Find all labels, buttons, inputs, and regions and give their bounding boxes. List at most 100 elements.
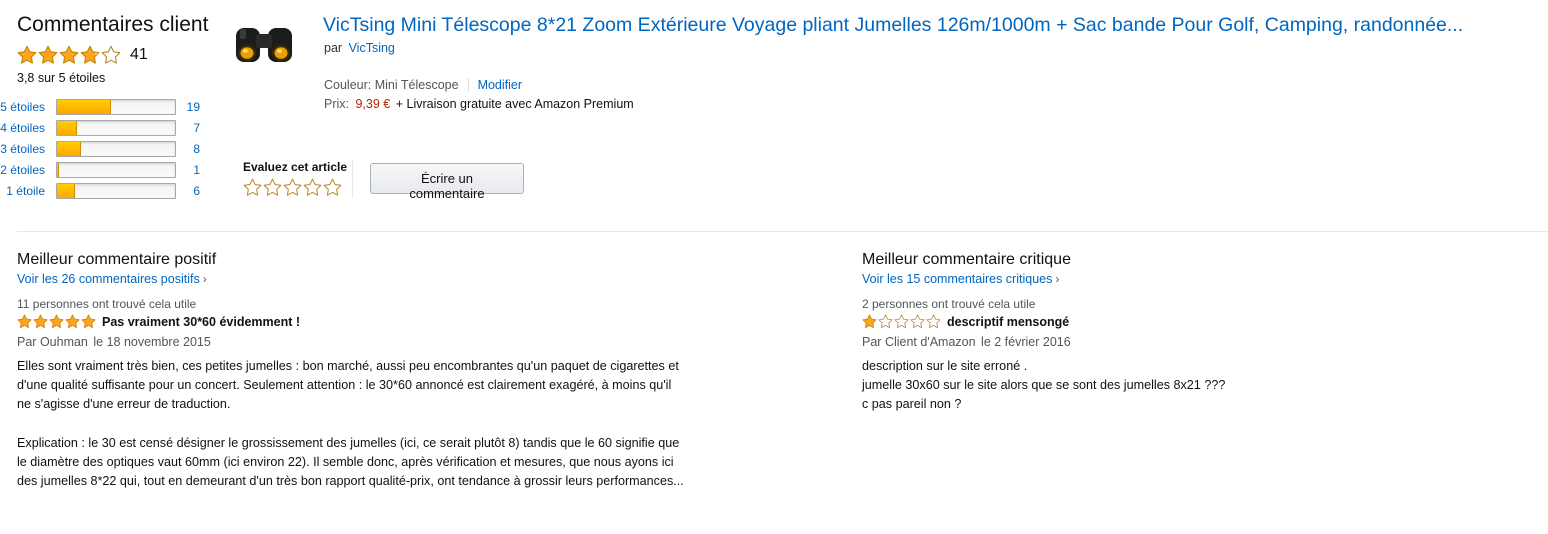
author-link[interactable]: Ouhman bbox=[40, 335, 88, 349]
histogram-label[interactable]: 2 étoiles bbox=[0, 163, 56, 177]
review-body: Elles sont vraiment très bien, ces petit… bbox=[17, 357, 737, 491]
review-title[interactable]: descriptif mensongé bbox=[947, 315, 1069, 329]
histogram-row-2[interactable]: 2 étoiles 1 bbox=[0, 161, 230, 179]
rate-stars-input[interactable] bbox=[243, 178, 342, 197]
star-icon[interactable] bbox=[263, 178, 282, 197]
review-body-line: d'une qualité suffisante pour un concert… bbox=[17, 378, 672, 393]
histogram-bar[interactable] bbox=[56, 141, 176, 157]
histogram-row-5[interactable]: 5 étoiles 19 bbox=[0, 98, 230, 116]
review-body-line: description sur le site erroné . bbox=[862, 359, 1028, 373]
review-body-line: c pas pareil non ? bbox=[862, 397, 962, 412]
star-icon[interactable] bbox=[323, 178, 342, 197]
star-icon bbox=[17, 45, 37, 65]
average-rating-stars[interactable] bbox=[17, 45, 121, 65]
section-divider bbox=[17, 231, 1548, 232]
review-count[interactable]: 41 bbox=[130, 46, 148, 64]
product-image[interactable] bbox=[232, 20, 300, 70]
review-body-line: le diamètre des optiques vaut 60mm (ici … bbox=[17, 454, 674, 469]
product-title-link[interactable]: VicTsing Mini Télescope 8*21 Zoom Extéri… bbox=[323, 14, 1545, 37]
price-value: 9,39 € bbox=[355, 97, 391, 111]
review-date: le 2 février 2016 bbox=[981, 335, 1071, 349]
product-price: Prix: 9,39 € + Livraison gratuite avec A… bbox=[324, 97, 634, 111]
star-icon bbox=[80, 45, 100, 65]
modify-link[interactable]: Modifier bbox=[478, 78, 522, 92]
histogram-fill bbox=[57, 142, 81, 156]
review-stars[interactable] bbox=[862, 314, 941, 329]
star-icon bbox=[38, 45, 58, 65]
histogram-count[interactable]: 8 bbox=[176, 142, 200, 156]
star-icon[interactable] bbox=[243, 178, 262, 197]
histogram-fill bbox=[57, 184, 75, 198]
histogram-label[interactable]: 5 étoiles bbox=[0, 100, 56, 114]
star-icon bbox=[101, 45, 121, 65]
histogram-bar[interactable] bbox=[56, 162, 176, 178]
review-header: descriptif mensongé bbox=[862, 314, 1522, 329]
review-body-line: ne s'agisse d'une erreur de traduction. bbox=[17, 397, 231, 412]
by-prefix: Par bbox=[862, 335, 882, 349]
byline-prefix: par bbox=[324, 41, 343, 55]
review-meta: Par Ouhman le 18 novembre 2015 bbox=[17, 335, 737, 349]
review-body-line: Explication : le 30 est censé désigner l… bbox=[17, 435, 680, 450]
see-critical-link[interactable]: Voir les 15 commentaires critiques bbox=[862, 272, 1052, 286]
see-positive[interactable]: Voir les 26 commentaires positifs › bbox=[17, 272, 737, 286]
product-byline: par VicTsing bbox=[324, 41, 395, 55]
histogram-row-4[interactable]: 4 étoiles 7 bbox=[0, 119, 230, 137]
histogram-count[interactable]: 7 bbox=[176, 121, 200, 135]
histogram-bar[interactable] bbox=[56, 99, 176, 115]
separator bbox=[467, 78, 469, 92]
review-date: le 18 novembre 2015 bbox=[93, 335, 211, 349]
star-icon bbox=[17, 314, 32, 329]
star-icon bbox=[894, 314, 909, 329]
helpful-count: 2 personnes ont trouvé cela utile bbox=[862, 297, 1036, 311]
review-title[interactable]: Pas vraiment 30*60 évidemment ! bbox=[102, 315, 300, 329]
critical-review: Meilleur commentaire critique Voir les 1… bbox=[862, 251, 1522, 415]
helpful-count: 11 personnes ont trouvé cela utile bbox=[17, 297, 197, 311]
star-icon bbox=[926, 314, 941, 329]
histogram-count[interactable]: 6 bbox=[176, 184, 200, 198]
review-body-line: jumelle 30x60 sur le site alors que se s… bbox=[862, 378, 1226, 393]
histogram-fill bbox=[57, 163, 60, 177]
average-rating[interactable]: 41 bbox=[17, 45, 148, 65]
rate-label: Evaluez cet article bbox=[243, 160, 348, 174]
review-stars[interactable] bbox=[17, 314, 96, 329]
histogram-fill bbox=[57, 100, 112, 114]
star-icon bbox=[878, 314, 893, 329]
star-icon[interactable] bbox=[303, 178, 322, 197]
review-header: Pas vraiment 30*60 évidemment ! bbox=[17, 314, 737, 329]
review-body-line bbox=[17, 415, 737, 434]
price-label: Prix: bbox=[324, 97, 349, 111]
write-review-button[interactable]: Écrire un commentaire bbox=[370, 163, 524, 201]
histogram-row-1[interactable]: 1 étoile 6 bbox=[0, 182, 230, 200]
reviews-heading: Commentaires client bbox=[17, 13, 209, 36]
color-label: Couleur: Mini Télescope bbox=[324, 78, 459, 92]
star-icon bbox=[33, 314, 48, 329]
product-variation: Couleur: Mini Télescope Modifier bbox=[324, 78, 522, 92]
rating-histogram: 5 étoiles 19 4 étoiles 7 3 étoiles 8 2 é… bbox=[0, 98, 230, 208]
histogram-count[interactable]: 1 bbox=[176, 163, 200, 177]
histogram-bar[interactable] bbox=[56, 120, 176, 136]
star-icon bbox=[65, 314, 80, 329]
binoculars-icon bbox=[236, 28, 292, 62]
positive-heading: Meilleur commentaire positif bbox=[17, 251, 217, 268]
review-meta: Par Client d'Amazon le 2 février 2016 bbox=[862, 335, 1522, 349]
histogram-label[interactable]: 4 étoiles bbox=[0, 121, 56, 135]
histogram-count[interactable]: 19 bbox=[176, 100, 200, 114]
star-icon bbox=[81, 314, 96, 329]
star-icon bbox=[862, 314, 877, 329]
star-icon bbox=[49, 314, 64, 329]
critical-heading: Meilleur commentaire critique bbox=[862, 251, 1071, 268]
histogram-fill bbox=[57, 121, 78, 135]
histogram-label[interactable]: 3 étoiles bbox=[0, 142, 56, 156]
histogram-bar[interactable] bbox=[56, 183, 176, 199]
star-icon bbox=[59, 45, 79, 65]
see-positive-link[interactable]: Voir les 26 commentaires positifs bbox=[17, 272, 200, 286]
rating-text: 3,8 sur 5 étoiles bbox=[17, 71, 106, 85]
see-critical[interactable]: Voir les 15 commentaires critiques › bbox=[862, 272, 1522, 286]
brand-link[interactable]: VicTsing bbox=[349, 41, 395, 55]
chevron-right-icon: › bbox=[1055, 272, 1060, 286]
histogram-row-3[interactable]: 3 étoiles 8 bbox=[0, 140, 230, 158]
star-icon bbox=[910, 314, 925, 329]
star-icon[interactable] bbox=[283, 178, 302, 197]
histogram-label[interactable]: 1 étoile bbox=[0, 184, 56, 198]
author-link[interactable]: Client d'Amazon bbox=[885, 335, 976, 349]
